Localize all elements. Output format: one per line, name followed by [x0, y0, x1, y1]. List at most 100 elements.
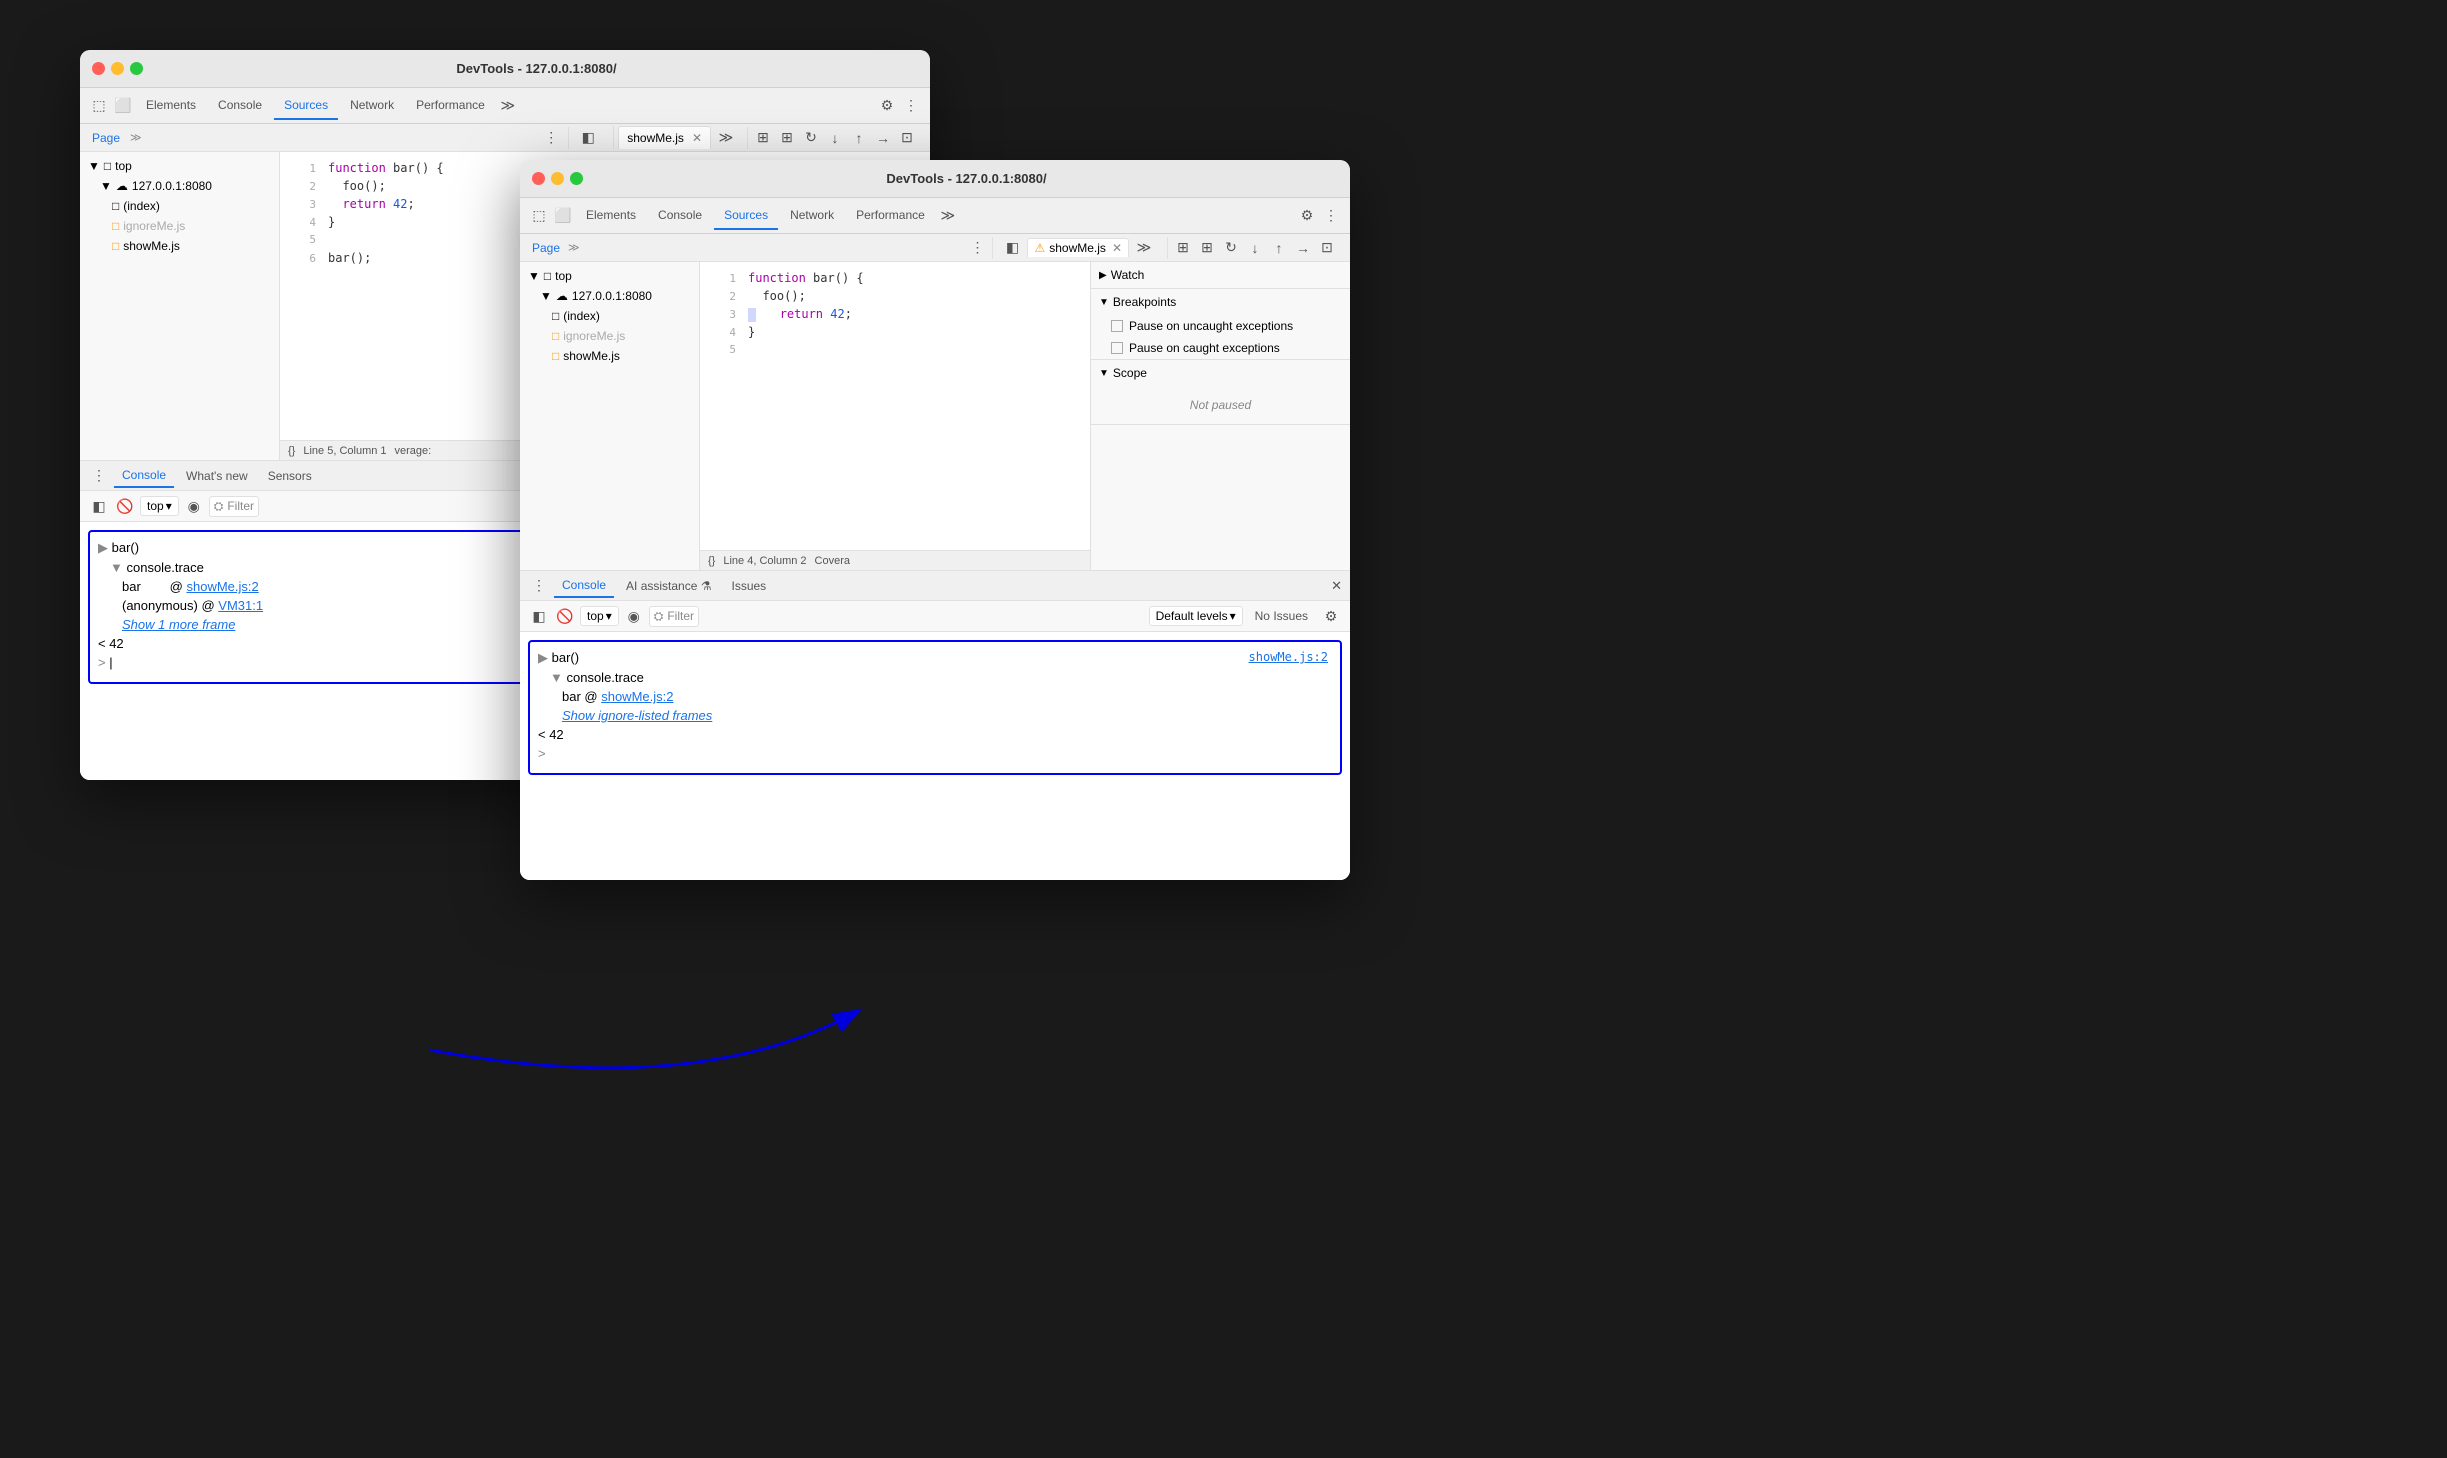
fg-step-over[interactable]: ↻	[1220, 237, 1242, 259]
bg-device-icon[interactable]: ⬜	[112, 95, 134, 117]
bg-console-filter-input[interactable]: ⛭ Filter	[209, 496, 259, 517]
bg-step-out[interactable]: ↑	[848, 127, 870, 149]
fg-bp-uncaught-checkbox[interactable]	[1111, 320, 1123, 332]
bg-step-into[interactable]: ↓	[824, 127, 846, 149]
bg-toggle-sidebar[interactable]: ◧	[577, 127, 599, 149]
fg-format-icon[interactable]: ⊞	[1172, 237, 1194, 259]
fg-right-link[interactable]: showMe.js:2	[1249, 650, 1328, 664]
fg-watch-header[interactable]: ▶ Watch	[1091, 262, 1350, 288]
fg-settings-icon[interactable]: ⚙	[1296, 205, 1318, 227]
fg-maximize-button[interactable]	[570, 172, 583, 185]
fg-tree-top[interactable]: ▼ □ top	[520, 266, 699, 286]
fg-step[interactable]: →	[1292, 237, 1314, 259]
fg-device-icon[interactable]: ⬜	[552, 205, 574, 227]
fg-console-clear-icon[interactable]: 🚫	[554, 605, 576, 627]
fg-minimize-button[interactable]	[551, 172, 564, 185]
fg-sources-more[interactable]: ⋮	[966, 237, 988, 259]
bg-tree-ignoreme[interactable]: □ ignoreMe.js	[80, 216, 279, 236]
bg-console-top-dropdown[interactable]: top ▾	[140, 496, 179, 516]
bg-console-tab[interactable]: Console	[114, 464, 174, 488]
bg-sources-more[interactable]: ⋮	[540, 127, 562, 149]
bg-inspector-icon[interactable]: ⬚	[88, 95, 110, 117]
bg-tree-index[interactable]: □ (index)	[80, 196, 279, 216]
bg-tree-server[interactable]: ▼ ☁ 127.0.0.1:8080	[80, 176, 279, 196]
fg-console-close[interactable]: ✕	[1331, 578, 1342, 594]
fg-console-filter-input[interactable]: ⛭ Filter	[649, 606, 699, 627]
fg-step-out[interactable]: ↑	[1268, 237, 1290, 259]
fg-trace-bar-label: bar @	[562, 689, 601, 704]
fg-console-tab[interactable]: Console	[554, 574, 614, 598]
bg-tree-top[interactable]: ▼ □ top	[80, 156, 279, 176]
fg-tree-index[interactable]: □ (index)	[520, 306, 699, 326]
fg-more-tabs-icon[interactable]: ≫	[937, 205, 959, 227]
bg-settings-icon[interactable]: ⚙	[876, 95, 898, 117]
bg-more-tabs-icon[interactable]: ≫	[497, 95, 519, 117]
fg-step-into[interactable]: ↓	[1244, 237, 1266, 259]
bg-close-button[interactable]	[92, 62, 105, 75]
fg-tab-elements[interactable]: Elements	[576, 202, 646, 230]
fg-trace-bar-link[interactable]: showMe.js:2	[601, 689, 673, 704]
fg-pause-icon[interactable]: ⊞	[1196, 237, 1218, 259]
fg-deactivate[interactable]: ⊡	[1316, 237, 1338, 259]
bg-pause-icon[interactable]: ⊞	[776, 127, 798, 149]
bg-tab-sources[interactable]: Sources	[274, 92, 338, 120]
fg-tab-sources[interactable]: Sources	[714, 202, 778, 230]
fg-issues-settings[interactable]: ⚙	[1320, 605, 1342, 627]
fg-entry-input[interactable]: >	[538, 746, 1332, 761]
bg-format-icon[interactable]: ⊞	[752, 127, 774, 149]
bg-minimize-button[interactable]	[111, 62, 124, 75]
fg-code-editor[interactable]: 1 function bar() { 2 foo(); 3 return 42;	[700, 262, 1090, 550]
bg-page-more[interactable]: ≫	[130, 131, 142, 144]
bg-trace-bar-link[interactable]: showMe.js:2	[187, 579, 259, 594]
bg-showme-tab-close[interactable]: ✕	[692, 131, 702, 145]
fg-tree-server[interactable]: ▼ ☁ 127.0.0.1:8080	[520, 286, 699, 306]
bg-sensors-tab[interactable]: Sensors	[260, 465, 320, 487]
fg-page-tab[interactable]: Page	[528, 239, 564, 257]
bg-tab-elements[interactable]: Elements	[136, 92, 206, 120]
fg-ai-tab[interactable]: AI assistance ⚗	[618, 575, 719, 597]
fg-scope-header[interactable]: ▼ Scope	[1091, 360, 1350, 386]
bg-page-tab[interactable]: Page	[88, 129, 124, 147]
fg-console-sidebar-icon[interactable]: ◧	[528, 605, 550, 627]
bg-tab-console[interactable]: Console	[208, 92, 272, 120]
fg-toggle-sidebar[interactable]: ◧	[1001, 237, 1023, 259]
fg-page-more[interactable]: ≫	[568, 241, 580, 254]
fg-console-top-dropdown[interactable]: top ▾	[580, 606, 619, 626]
fg-bp-caught-checkbox[interactable]	[1111, 342, 1123, 354]
bg-whatsnew-tab[interactable]: What's new	[178, 465, 256, 487]
bg-tree-showme[interactable]: □ showMe.js	[80, 236, 279, 256]
fg-inspector-icon[interactable]: ⬚	[528, 205, 550, 227]
fg-console-eye-icon[interactable]: ◉	[623, 605, 645, 627]
bg-more-options-icon[interactable]: ⋮	[900, 95, 922, 117]
fg-tab-console[interactable]: Console	[648, 202, 712, 230]
fg-issues-tab[interactable]: Issues	[724, 575, 775, 597]
fg-more-file-tabs[interactable]: ≫	[1133, 237, 1155, 259]
fg-tab-network[interactable]: Network	[780, 202, 844, 230]
bg-format-btn[interactable]: {}	[288, 445, 295, 457]
bg-step-over[interactable]: ↻	[800, 127, 822, 149]
bg-console-clear-icon[interactable]: 🚫	[114, 495, 136, 517]
fg-format-btn[interactable]: {}	[708, 555, 715, 567]
bg-tab-performance[interactable]: Performance	[406, 92, 495, 120]
bg-step[interactable]: →	[872, 127, 894, 149]
bg-showme-tab[interactable]: showMe.js ✕	[618, 126, 711, 149]
fg-show-ignore-link[interactable]: Show ignore-listed frames	[562, 708, 712, 723]
fg-more-options-icon[interactable]: ⋮	[1320, 205, 1342, 227]
fg-tree-showme[interactable]: □ showMe.js	[520, 346, 699, 366]
fg-console-toggle[interactable]: ⋮	[528, 575, 550, 597]
bg-console-toggle[interactable]: ⋮	[88, 465, 110, 487]
fg-levels-dropdown[interactable]: Default levels ▾	[1149, 606, 1243, 626]
bg-console-sidebar-icon[interactable]: ◧	[88, 495, 110, 517]
fg-showme-tab-close[interactable]: ✕	[1112, 241, 1122, 255]
fg-tab-performance[interactable]: Performance	[846, 202, 935, 230]
bg-deactivate[interactable]: ⊡	[896, 127, 918, 149]
fg-close-button[interactable]	[532, 172, 545, 185]
fg-breakpoints-header[interactable]: ▼ Breakpoints	[1091, 289, 1350, 315]
bg-trace-anon-link[interactable]: VM31:1	[218, 598, 263, 613]
bg-tab-network[interactable]: Network	[340, 92, 404, 120]
bg-more-file-tabs[interactable]: ≫	[715, 127, 737, 149]
bg-console-eye-icon[interactable]: ◉	[183, 495, 205, 517]
bg-show-more-link[interactable]: Show 1 more frame	[122, 617, 235, 632]
bg-maximize-button[interactable]	[130, 62, 143, 75]
fg-tree-ignoreme[interactable]: □ ignoreMe.js	[520, 326, 699, 346]
